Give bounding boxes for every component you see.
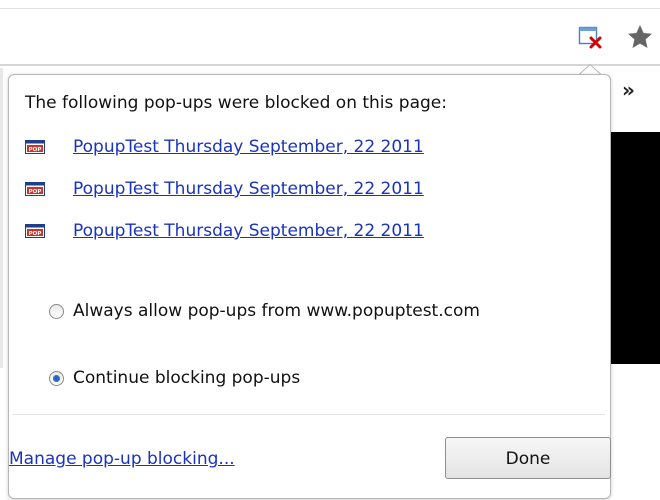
manage-popup-blocking-link[interactable]: Manage pop-up blocking...: [9, 449, 235, 469]
svg-text:POP: POP: [29, 189, 42, 195]
browser-toolbar: [0, 0, 660, 66]
always-allow-radio[interactable]: [49, 303, 64, 319]
page-content-background: [611, 132, 660, 364]
bubble-title: The following pop-ups were blocked on th…: [25, 93, 447, 113]
blocked-popup-item[interactable]: POP PopupTest Thursday September, 22 201…: [25, 175, 424, 203]
blocked-popup-link[interactable]: PopupTest Thursday September, 22 2011: [73, 221, 424, 241]
continue-blocking-radio[interactable]: [49, 370, 64, 386]
always-allow-label[interactable]: Always allow pop-ups from www.popuptest.…: [73, 301, 480, 321]
toolbar-divider: [0, 64, 660, 66]
continue-blocking-option[interactable]: Continue blocking pop-ups: [49, 365, 300, 391]
pop-window-icon: POP: [25, 224, 45, 238]
svg-text:POP: POP: [29, 231, 42, 237]
continue-blocking-label[interactable]: Continue blocking pop-ups: [73, 368, 300, 388]
done-button[interactable]: Done: [445, 437, 611, 479]
blocked-popup-link[interactable]: PopupTest Thursday September, 22 2011: [73, 137, 424, 157]
bubble-divider: [12, 414, 605, 415]
popup-blocked-bubble: The following pop-ups were blocked on th…: [8, 74, 611, 499]
toolbar-divider: [0, 8, 660, 9]
popup-blocked-icon[interactable]: [578, 25, 602, 49]
always-allow-option[interactable]: Always allow pop-ups from www.popuptest.…: [49, 298, 480, 324]
blocked-popup-item[interactable]: POP PopupTest Thursday September, 22 201…: [25, 133, 424, 161]
bookmark-star-icon[interactable]: [625, 22, 655, 52]
blocked-popup-link[interactable]: PopupTest Thursday September, 22 2011: [73, 179, 424, 199]
svg-text:POP: POP: [29, 147, 42, 153]
bookmarks-overflow-chevron[interactable]: »: [622, 78, 635, 102]
blocked-popup-item[interactable]: POP PopupTest Thursday September, 22 201…: [25, 217, 424, 245]
pop-window-icon: POP: [25, 140, 45, 154]
pop-window-icon: POP: [25, 182, 45, 196]
page-edge: [0, 68, 3, 368]
